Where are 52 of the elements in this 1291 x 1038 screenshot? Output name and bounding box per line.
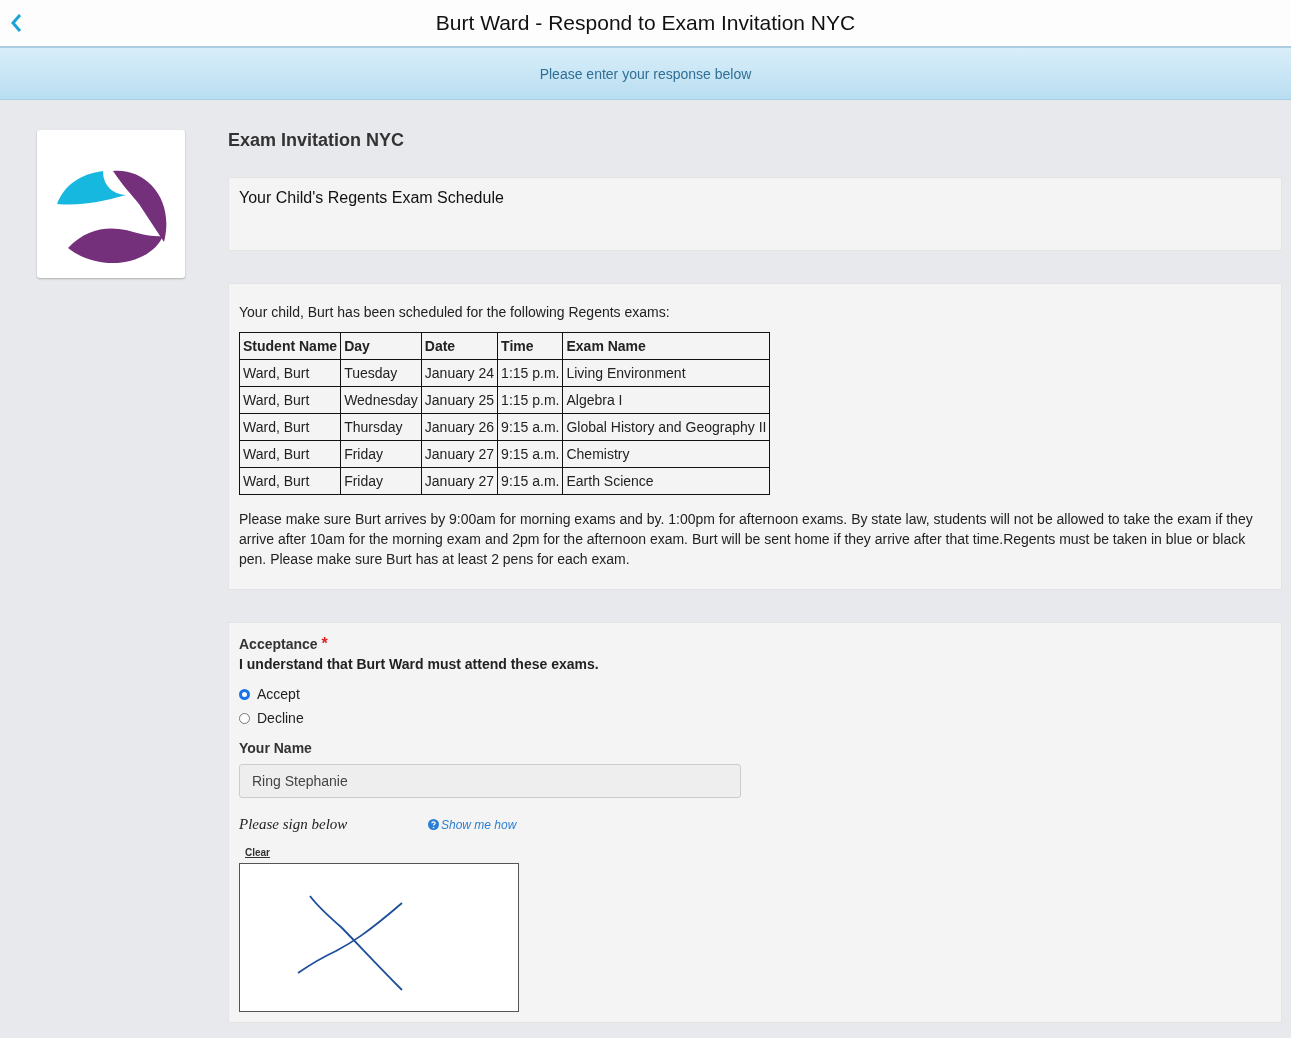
- table-cell: Living Environment: [562, 359, 770, 387]
- radio-option[interactable]: Decline: [239, 710, 304, 726]
- statement-text: I understand that Burt Ward must attend these exams.: [239, 656, 599, 672]
- banner-message: Please enter your response below: [539, 65, 752, 82]
- table-cell: Tuesday: [340, 359, 422, 387]
- table-cell: Algebra I: [562, 386, 770, 414]
- required-mark: *: [321, 635, 328, 652]
- form-title: Exam Invitation NYC: [228, 130, 406, 150]
- help-link[interactable]: Show me how: [428, 817, 517, 832]
- table-cell: January 25: [421, 386, 498, 414]
- table-cell: Chemistry: [562, 440, 770, 468]
- table-cell: January 27: [421, 467, 498, 495]
- radio-button[interactable]: [239, 712, 250, 724]
- column-header: Date: [421, 332, 498, 360]
- name-field[interactable]: Ring Stephanie: [239, 764, 741, 798]
- signature-label: Please sign below: [239, 816, 349, 833]
- field-label: Your Name: [239, 740, 312, 756]
- column-header: Time: [497, 332, 563, 360]
- page-title: Burt Ward - Respond to Exam Invitation NYC: [435, 11, 856, 35]
- table-cell: Ward, Burt: [239, 413, 341, 441]
- table-cell: January 26: [421, 413, 498, 441]
- table-cell: 9:15 a.m.: [497, 440, 563, 468]
- table-cell: Friday: [340, 440, 422, 468]
- column-header: Day: [340, 332, 422, 360]
- table-cell: 9:15 a.m.: [497, 467, 563, 495]
- table-cell: Thursday: [340, 413, 422, 441]
- section-heading: Your Child's Regents Exam Schedule: [239, 189, 505, 207]
- table-cell: 9:15 a.m.: [497, 413, 563, 441]
- intro-text: Your child, Burt has been scheduled for the following Regents exams:: [239, 304, 671, 320]
- table-cell: Ward, Burt: [239, 359, 341, 387]
- signature-pad[interactable]: [239, 863, 519, 1012]
- table-cell: 1:15 p.m.: [497, 359, 563, 387]
- column-header: Exam Name: [562, 332, 770, 360]
- table-cell: Global History and Geography II: [562, 413, 770, 441]
- table-cell: January 24: [421, 359, 498, 387]
- help-icon: [428, 819, 439, 830]
- radio-option[interactable]: Accept: [239, 686, 300, 702]
- table-cell: Ward, Burt: [239, 440, 341, 468]
- table-cell: Friday: [340, 467, 422, 495]
- clear-link[interactable]: Clear: [245, 847, 270, 858]
- table-cell: 1:15 p.m.: [497, 386, 563, 414]
- table-cell: Ward, Burt: [239, 467, 341, 495]
- radio-button[interactable]: [239, 688, 250, 700]
- column-header: Student Name: [239, 332, 341, 360]
- back-button[interactable]: [8, 11, 24, 35]
- table-cell: Earth Science: [562, 467, 770, 495]
- table-cell: Wednesday: [340, 386, 422, 414]
- table-cell: January 27: [421, 440, 498, 468]
- notice-text: Please make sure Burt arrives by 9:00am for morning exams and by. 1:00pm for afternoon exams. By state law, students will not be allowed to take the exam if they arrive after 10am for the morning exam and 2pm for the afternoon exam. Burt will be sent home if they arrive after that time.Regents must be taken in blue or black pen. Please make sure Burt has at least 2 pens for each exam.: [239, 510, 1254, 569]
- table-cell: Ward, Burt: [239, 386, 341, 414]
- field-label: Acceptance: [239, 636, 318, 652]
- chevron-left-icon: [10, 13, 22, 33]
